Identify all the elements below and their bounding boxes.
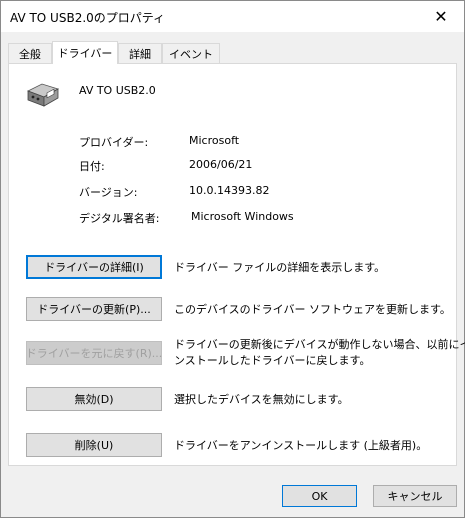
driver-tab-panel: AV TO USB2.0 プロバイダー: Microsoft 日付: 2006/… <box>8 63 465 466</box>
version-label: バージョン: <box>79 186 138 199</box>
version-value: 10.0.14393.82 <box>189 184 270 197</box>
window-title: AV TO USB2.0のプロパティ <box>10 11 166 25</box>
date-value: 2006/06/21 <box>189 158 253 171</box>
uninstall-driver-desc: ドライバーをアンインストールします (上級者用)。 <box>174 439 428 452</box>
rollback-desc-line2: ンストールしたドライバーに戻します。 <box>174 354 371 367</box>
usb-device-icon <box>27 83 59 107</box>
signer-value: Microsoft Windows <box>191 210 294 223</box>
tab-general[interactable]: 全般 <box>8 43 52 63</box>
rollback-driver-desc: ドライバーの更新後にデバイスが動作しない場合、以前にイ ンストールしたドライバー… <box>174 337 465 369</box>
driver-details-button[interactable]: ドライバーの詳細(I) <box>26 255 162 279</box>
close-button[interactable]: ✕ <box>418 1 464 32</box>
device-name: AV TO USB2.0 <box>79 84 156 97</box>
provider-label: プロバイダー: <box>79 136 149 149</box>
uninstall-driver-button[interactable]: 削除(U) <box>26 433 162 457</box>
update-driver-button[interactable]: ドライバーの更新(P)... <box>26 297 162 321</box>
rollback-driver-button[interactable]: ドライバーを元に戻す(R)... <box>26 341 162 365</box>
signer-label: デジタル署名者: <box>79 212 160 225</box>
cancel-button[interactable]: キャンセル <box>373 485 457 507</box>
tab-events[interactable]: イベント <box>162 43 220 63</box>
disable-device-desc: 選択したデバイスを無効にします。 <box>174 393 349 406</box>
date-label: 日付: <box>79 160 105 173</box>
close-icon: ✕ <box>434 7 448 26</box>
tab-driver[interactable]: ドライバー <box>52 41 118 64</box>
provider-value: Microsoft <box>189 134 240 147</box>
driver-details-desc: ドライバー ファイルの詳細を表示します。 <box>174 261 386 274</box>
tab-details[interactable]: 詳細 <box>118 43 162 63</box>
properties-dialog: AV TO USB2.0のプロパティ ✕ 全般 ドライバー 詳細 イベント AV… <box>0 0 465 518</box>
rollback-desc-line1: ドライバーの更新後にデバイスが動作しない場合、以前にイ <box>174 338 465 351</box>
disable-device-button[interactable]: 無効(D) <box>26 387 162 411</box>
title-bar[interactable]: AV TO USB2.0のプロパティ ✕ <box>1 1 464 32</box>
ok-button[interactable]: OK <box>282 485 357 507</box>
update-driver-desc: このデバイスのドライバー ソフトウェアを更新します。 <box>174 303 451 316</box>
